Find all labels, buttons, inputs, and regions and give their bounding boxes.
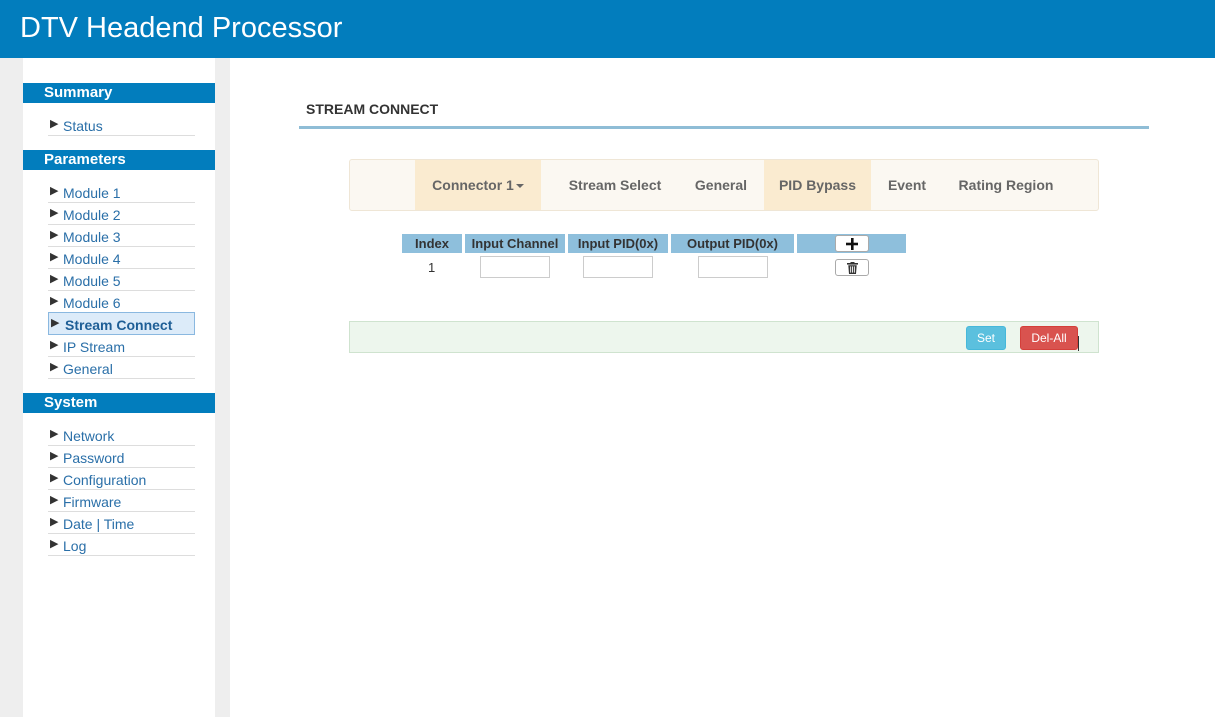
sidebar: Summary ▶ Status Parameters ▶ Module 1 ▶… <box>23 58 215 717</box>
sidebar-item-log[interactable]: ▶ Log <box>48 534 195 556</box>
top-header-bar: DTV Headend Processor <box>0 0 1215 58</box>
triangle-right-icon: ▶ <box>51 317 60 329</box>
plus-icon <box>846 238 858 250</box>
sidebar-item-module-3[interactable]: ▶ Module 3 <box>48 225 195 247</box>
sidebar-header-system: System <box>23 393 215 413</box>
delete-row-button[interactable] <box>835 259 869 276</box>
sidebar-item-firmware[interactable]: ▶ Firmware <box>48 490 195 512</box>
main-content: STREAM CONNECT Connector 1 Stream Select… <box>230 58 1215 717</box>
column-header-input-pid: Input PID(0x) <box>568 234 668 253</box>
triangle-right-icon: ▶ <box>50 339 59 351</box>
tab-connector-1[interactable]: Connector 1 <box>415 160 541 210</box>
sidebar-gutter <box>215 58 230 717</box>
caret-down-icon <box>515 184 524 189</box>
page-title: STREAM CONNECT <box>306 101 439 117</box>
sidebar-header-summary: Summary <box>23 83 215 103</box>
triangle-right-icon: ▶ <box>50 118 59 130</box>
input-pid-field[interactable] <box>583 256 653 278</box>
triangle-right-icon: ▶ <box>50 229 59 241</box>
add-row-button[interactable] <box>835 235 869 252</box>
sidebar-item-configuration[interactable]: ▶ Configuration <box>48 468 195 490</box>
tab-label: PID Bypass <box>778 177 857 193</box>
column-header-input-channel: Input Channel <box>465 234 565 253</box>
sidebar-item-label: Module 1 <box>63 185 121 201</box>
action-bar: Set Del-All <box>349 321 1099 353</box>
app-title: DTV Headend Processor <box>20 12 343 44</box>
triangle-right-icon: ▶ <box>50 251 59 263</box>
sidebar-item-label: Module 6 <box>63 295 121 311</box>
sidebar-item-network[interactable]: ▶ Network <box>48 424 195 446</box>
triangle-right-icon: ▶ <box>50 516 59 528</box>
tab-label: General <box>694 177 748 193</box>
triangle-right-icon: ▶ <box>50 273 59 285</box>
sidebar-item-label: Module 2 <box>63 207 121 223</box>
del-all-button[interactable]: Del-All <box>1020 326 1078 350</box>
trash-icon <box>846 262 858 274</box>
tab-pid-bypass[interactable]: PID Bypass <box>764 160 871 210</box>
sidebar-item-label: Date | Time <box>63 516 135 532</box>
triangle-right-icon: ▶ <box>50 207 59 219</box>
triangle-right-icon: ▶ <box>50 494 59 506</box>
triangle-right-icon: ▶ <box>50 185 59 197</box>
tab-bar: Connector 1 Stream Select General PID By… <box>349 159 1099 211</box>
sidebar-item-label: IP Stream <box>63 339 125 355</box>
sidebar-item-label: Module 5 <box>63 273 121 289</box>
sidebar-item-stream-connect[interactable]: ▶ Stream Connect <box>48 312 195 335</box>
triangle-right-icon: ▶ <box>50 295 59 307</box>
sidebar-item-module-1[interactable]: ▶ Module 1 <box>48 181 195 203</box>
input-channel-field[interactable] <box>480 256 550 278</box>
sidebar-item-status[interactable]: ▶ Status <box>48 114 195 136</box>
tab-label: Rating Region <box>958 177 1054 193</box>
title-divider <box>299 126 1149 129</box>
triangle-right-icon: ▶ <box>50 472 59 484</box>
tab-label: Connector 1 <box>432 177 514 193</box>
sidebar-item-module-5[interactable]: ▶ Module 5 <box>48 269 195 291</box>
tab-rating-region[interactable]: Rating Region <box>946 160 1066 210</box>
tab-label: Stream Select <box>568 177 662 193</box>
text-cursor <box>1078 336 1079 351</box>
sidebar-item-label: Module 4 <box>63 251 121 267</box>
sidebar-item-label: General <box>63 361 113 377</box>
column-header-index: Index <box>402 234 462 253</box>
tab-stream-select[interactable]: Stream Select <box>554 160 676 210</box>
output-pid-field[interactable] <box>698 256 768 278</box>
triangle-right-icon: ▶ <box>50 361 59 373</box>
sidebar-item-date-time[interactable]: ▶ Date | Time <box>48 512 195 534</box>
triangle-right-icon: ▶ <box>50 450 59 462</box>
sidebar-item-password[interactable]: ▶ Password <box>48 446 195 468</box>
sidebar-item-module-4[interactable]: ▶ Module 4 <box>48 247 195 269</box>
sidebar-item-general[interactable]: ▶ General <box>48 357 195 379</box>
row-index: 1 <box>428 260 436 275</box>
sidebar-item-label: Status <box>63 118 103 134</box>
sidebar-item-ip-stream[interactable]: ▶ IP Stream <box>48 335 195 357</box>
sidebar-item-label: Password <box>63 450 125 466</box>
sidebar-item-label: Stream Connect <box>65 317 173 333</box>
triangle-right-icon: ▶ <box>50 428 59 440</box>
column-header-output-pid: Output PID(0x) <box>671 234 794 253</box>
tab-label: Event <box>887 177 927 193</box>
tab-event[interactable]: Event <box>876 160 938 210</box>
tab-general[interactable]: General <box>683 160 759 210</box>
sidebar-item-label: Module 3 <box>63 229 121 245</box>
sidebar-item-module-2[interactable]: ▶ Module 2 <box>48 203 195 225</box>
sidebar-item-label: Log <box>63 538 87 554</box>
sidebar-header-parameters: Parameters <box>23 150 215 170</box>
set-button[interactable]: Set <box>966 326 1006 350</box>
sidebar-item-module-6[interactable]: ▶ Module 6 <box>48 291 195 313</box>
triangle-right-icon: ▶ <box>50 538 59 550</box>
sidebar-item-label: Configuration <box>63 472 147 488</box>
sidebar-item-label: Network <box>63 428 115 444</box>
sidebar-item-label: Firmware <box>63 494 122 510</box>
